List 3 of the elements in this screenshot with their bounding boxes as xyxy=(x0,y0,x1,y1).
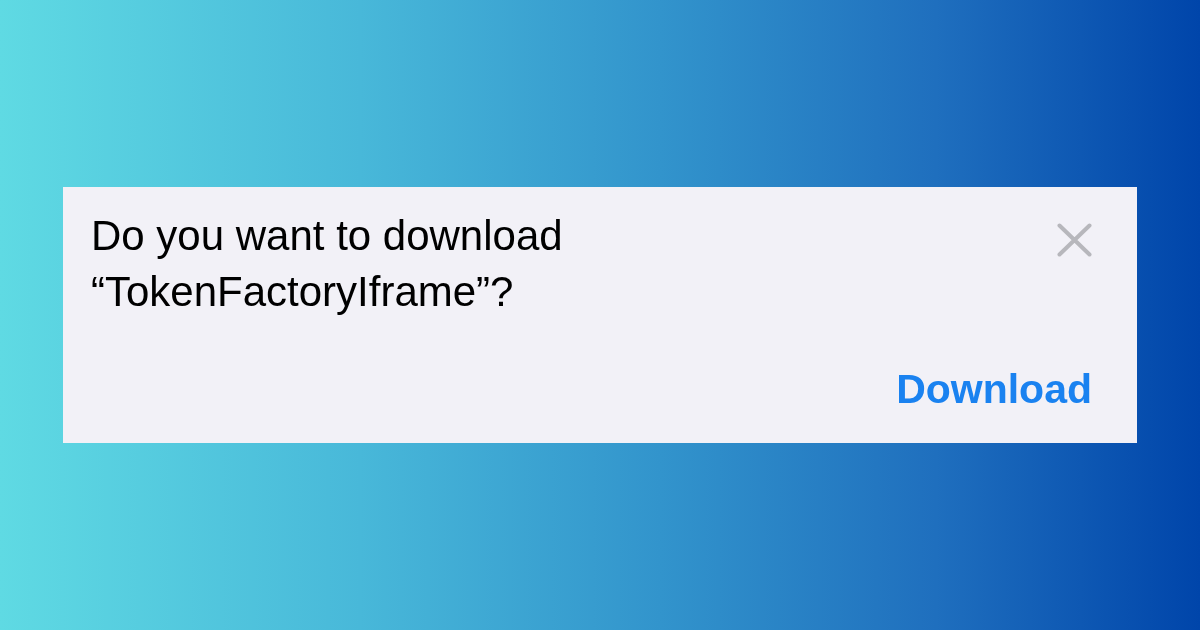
dialog-message: Do you want to download “TokenFactoryIframe”? xyxy=(91,211,564,317)
download-button[interactable]: Download xyxy=(896,365,1092,413)
close-icon[interactable] xyxy=(1057,223,1092,257)
